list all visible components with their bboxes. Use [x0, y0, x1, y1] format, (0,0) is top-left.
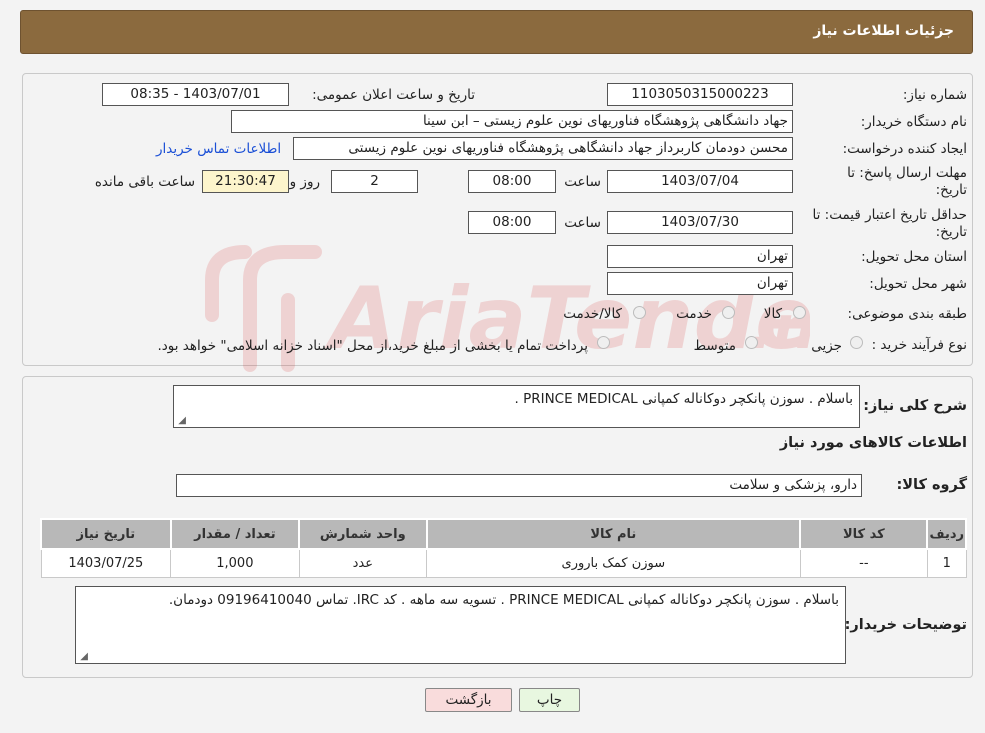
- table-row: 1 -- سوزن کمک باروری عدد 1,000 1403/07/2…: [40, 548, 967, 578]
- items-table-header: ردیف کد کالا نام کالا واحد شمارش تعداد /…: [40, 518, 967, 550]
- deadline-time-label: ساعت: [564, 174, 601, 190]
- deadline-date-field: 1403/07/04: [607, 170, 793, 193]
- col-item-name: نام کالا: [425, 518, 802, 550]
- process-option-minor: جزیی: [811, 338, 842, 354]
- col-need-date: تاریخ نیاز: [40, 518, 172, 550]
- buyer-notes-label: توضیحات خریدار:: [844, 617, 967, 633]
- category-option-goods-service: کالا/خدمت: [563, 306, 622, 322]
- page-title: جزئیات اطلاعات نیاز: [813, 23, 954, 39]
- summary-text: باسلام . سوزن پانکچر دوکاناله کمپانی PRI…: [514, 391, 853, 407]
- announce-field: 1403/07/01 - 08:35: [102, 83, 289, 106]
- cell-unit: عدد: [298, 548, 428, 578]
- announce-label: تاریخ و ساعت اعلان عمومی:: [312, 87, 475, 103]
- resize-grip-icon[interactable]: ◢: [176, 416, 186, 426]
- print-button[interactable]: چاپ: [519, 688, 580, 712]
- province-field: تهران: [607, 245, 793, 268]
- deadline-label-line2: تاریخ:: [935, 182, 967, 198]
- validity-time-field: 08:00: [468, 211, 556, 234]
- validity-date-field: 1403/07/30: [607, 211, 793, 234]
- goods-info-title: اطلاعات کالاهای مورد نیاز: [779, 435, 967, 451]
- creator-label: ایجاد کننده درخواست:: [842, 141, 967, 157]
- validity-label-line2: تاریخ:: [935, 224, 967, 240]
- col-unit: واحد شمارش: [298, 518, 428, 550]
- process-radio-treasury[interactable]: [597, 336, 610, 349]
- deadline-time-field: 08:00: [468, 170, 556, 193]
- category-radio-goods[interactable]: [793, 306, 806, 319]
- creator-field: محسن دودمان کاربرداز جهاد دانشگاهی پژوهش…: [293, 137, 793, 160]
- category-radio-goods-service[interactable]: [633, 306, 646, 319]
- cell-item-code: --: [799, 548, 928, 578]
- category-option-goods: کالا: [763, 306, 782, 322]
- cell-item-name: سوزن کمک باروری: [426, 548, 801, 578]
- buyer-org-label: نام دستگاه خریدار:: [860, 114, 967, 130]
- svg-text:.neT: .neT: [750, 293, 810, 363]
- cell-row-no: 1: [926, 548, 967, 578]
- category-radio-service[interactable]: [722, 306, 735, 319]
- goods-group-label: گروه کالا:: [896, 477, 967, 493]
- city-field: تهران: [607, 272, 793, 295]
- category-option-service: خدمت: [676, 306, 712, 322]
- resize-grip-icon[interactable]: ◢: [78, 652, 88, 662]
- city-label: شهر محل تحویل:: [869, 276, 967, 292]
- validity-time-label: ساعت: [564, 215, 601, 231]
- days-label: روز و: [289, 174, 320, 190]
- summary-label: شرح کلی نیاز:: [863, 398, 967, 414]
- goods-group-field: دارو، پزشکی و سلامت: [176, 474, 862, 497]
- process-radio-medium[interactable]: [745, 336, 758, 349]
- process-note: پرداخت تمام یا بخشی از مبلغ خرید،از محل …: [157, 338, 588, 354]
- need-number-label: شماره نیاز:: [902, 87, 967, 103]
- remaining-label: ساعت باقی مانده: [94, 174, 195, 190]
- buyer-notes-text: باسلام . سوزن پانکچر دوکاناله کمپانی PRI…: [168, 592, 839, 608]
- col-row-no: ردیف: [926, 518, 967, 550]
- category-label: طبقه بندی موضوعی:: [847, 306, 967, 322]
- remaining-time-field: 21:30:47: [202, 170, 289, 193]
- items-table: ردیف کد کالا نام کالا واحد شمارش تعداد /…: [40, 518, 967, 578]
- buyer-contact-link[interactable]: اطلاعات تماس خریدار: [156, 141, 281, 157]
- summary-textarea[interactable]: باسلام . سوزن پانکچر دوکاناله کمپانی PRI…: [173, 385, 860, 428]
- validity-label-line1: حداقل تاریخ اعتبار قیمت: تا: [812, 207, 967, 223]
- province-label: استان محل تحویل:: [861, 249, 967, 265]
- deadline-label-line1: مهلت ارسال پاسخ: تا: [847, 165, 967, 181]
- need-number-field: 1103050315000223: [607, 83, 793, 106]
- page-header: جزئیات اطلاعات نیاز: [20, 10, 973, 54]
- process-option-medium: متوسط: [693, 338, 736, 354]
- buyer-org-field: جهاد دانشگاهی پژوهشگاه فناوریهای نوین عل…: [231, 110, 793, 133]
- back-button[interactable]: بازگشت: [425, 688, 512, 712]
- col-item-code: کد کالا: [799, 518, 929, 550]
- cell-quantity: 1,000: [170, 548, 300, 578]
- buyer-notes-textarea[interactable]: باسلام . سوزن پانکچر دوکاناله کمپانی PRI…: [75, 586, 846, 664]
- process-radio-minor[interactable]: [850, 336, 863, 349]
- cell-need-date: 1403/07/25: [40, 548, 172, 578]
- days-field: 2: [331, 170, 418, 193]
- col-quantity: تعداد / مقدار: [169, 518, 301, 550]
- process-label: نوع فرآیند خرید :: [871, 337, 967, 353]
